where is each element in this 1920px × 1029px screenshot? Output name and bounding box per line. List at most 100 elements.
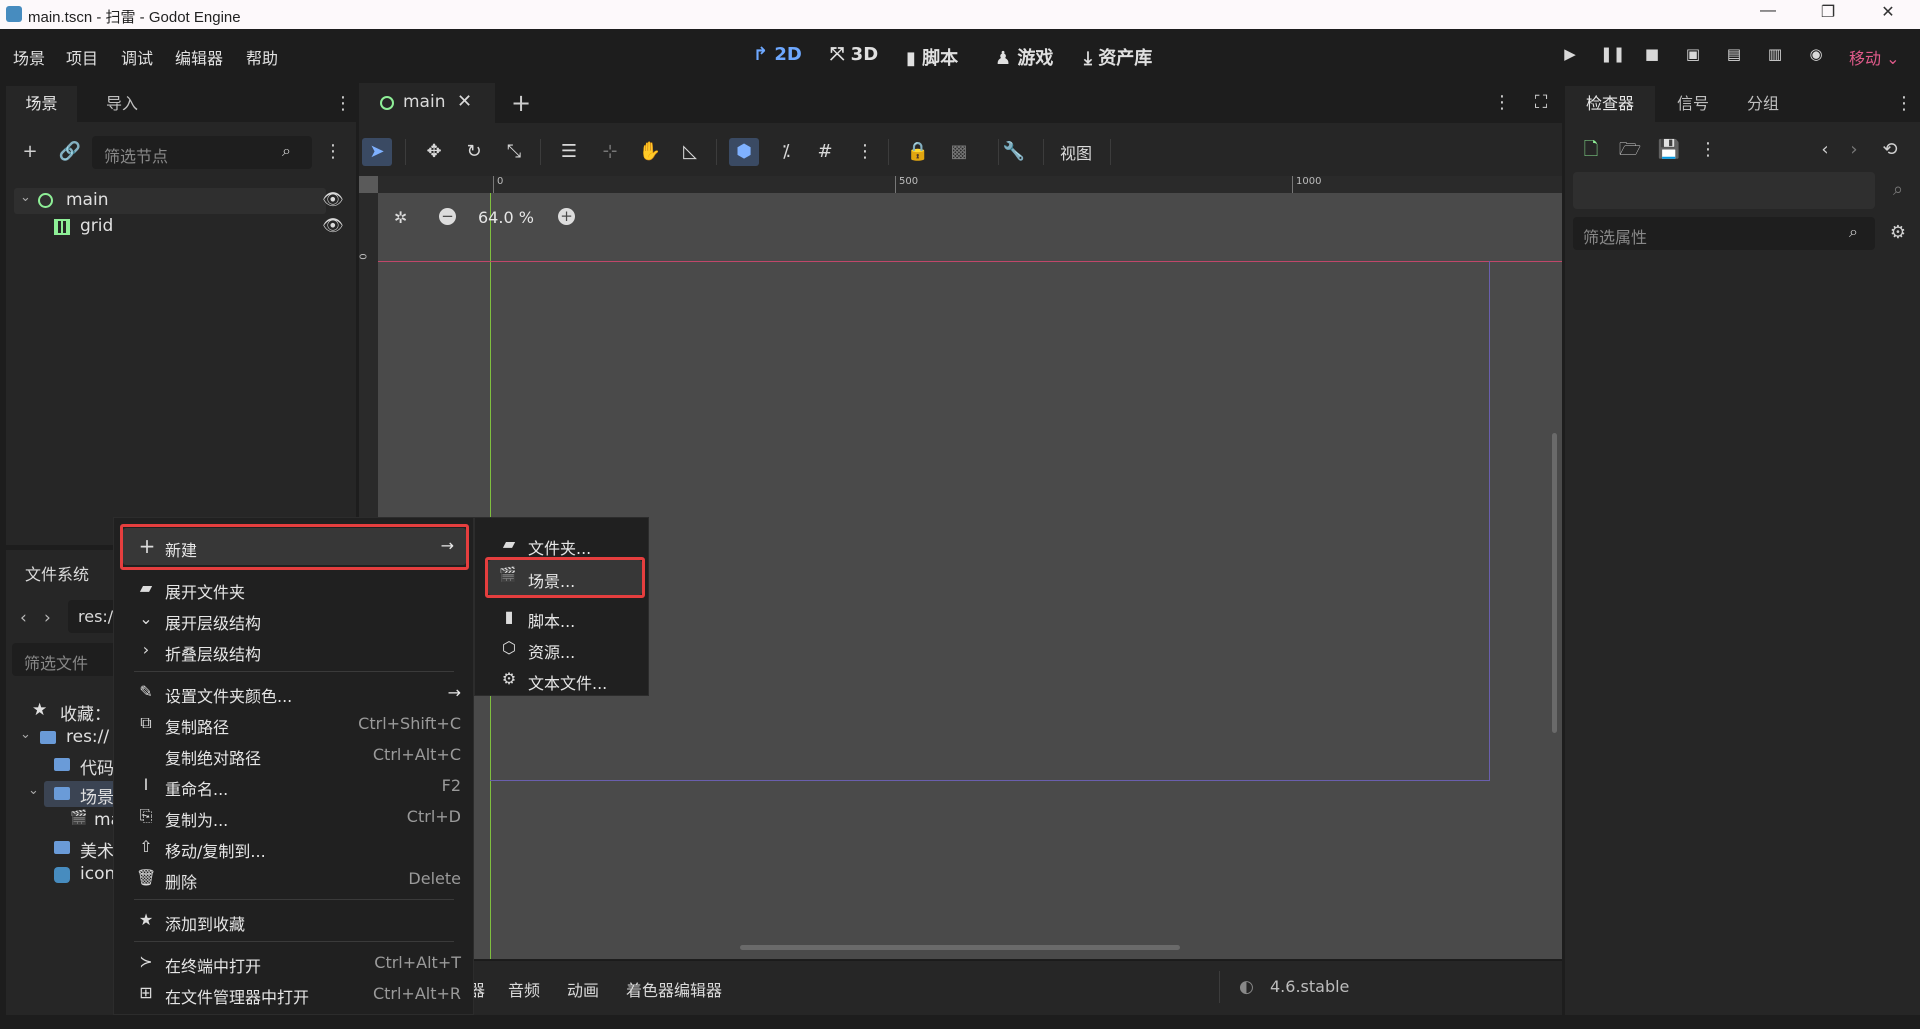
grid-snap-icon[interactable]: ⁒ [772, 138, 800, 166]
object-path-field[interactable] [1573, 172, 1875, 209]
workspace-2d[interactable]: ↱ 2D [753, 44, 802, 65]
ctx-item-new[interactable]: + 新建 → [123, 528, 466, 565]
tree-node-main[interactable]: ⌄ main [14, 188, 326, 214]
link-icon[interactable]: 🔗 [57, 139, 83, 165]
visibility-eye-icon[interactable]: 👁 [322, 216, 344, 236]
ctx-item-copy-path[interactable]: ⧉ 复制路径 Ctrl+Shift+C [114, 708, 473, 739]
stop-icon[interactable]: ■ [1641, 45, 1663, 67]
pivot-tool-icon[interactable]: ⊹ [596, 138, 624, 166]
history-forward-icon[interactable]: › [1841, 137, 1867, 163]
renderer-select[interactable]: 移动 ⌄ [1849, 45, 1900, 69]
chevron-down-icon[interactable]: ⌄ [20, 190, 31, 205]
movie-maker-icon[interactable]: ◉ [1805, 45, 1827, 67]
bottom-tab-shader-editor[interactable]: 着色器编辑器 [626, 977, 722, 1001]
save-resource-icon[interactable]: 💾 [1656, 137, 1682, 163]
submenu-item-resource[interactable]: ⬡ 资源... [475, 633, 648, 664]
add-tab-icon[interactable]: + [511, 89, 531, 117]
submenu-item-script[interactable]: ▮ 脚本... [475, 602, 648, 633]
menu-debug[interactable]: 调试 [121, 45, 153, 69]
workspace-game[interactable]: ♟ 游戏 [995, 44, 1053, 70]
distraction-free-icon[interactable]: ⛶ [1528, 90, 1554, 116]
doc-icon[interactable]: ⌕ [1885, 177, 1911, 203]
horizontal-scrollbar[interactable] [740, 945, 1180, 950]
play-icon[interactable]: ▶ [1559, 45, 1581, 67]
submenu-item-folder[interactable]: ▰ 文件夹... [475, 529, 648, 560]
workspace-script[interactable]: ▮ 脚本 [906, 44, 958, 70]
ctx-item-add-favorite[interactable]: ★ 添加到收藏 [114, 905, 473, 936]
resource-menu-icon[interactable]: ⋮ [1695, 137, 1721, 163]
add-node-icon[interactable]: + [17, 139, 43, 165]
load-resource-icon[interactable]: 🗁 [1617, 137, 1643, 163]
restore-button[interactable]: ❐ [1805, 2, 1851, 28]
list-select-icon[interactable]: ☰ [555, 138, 583, 166]
chevron-down-icon[interactable]: ⌄ [28, 783, 39, 798]
minimize-button[interactable]: — [1745, 2, 1791, 28]
new-resource-icon[interactable]: 🗋 [1578, 137, 1604, 163]
ctx-item-expand-folder[interactable]: ▰ 展开文件夹 [114, 573, 473, 604]
zoom-in-icon[interactable]: + [558, 208, 575, 225]
workspace-3d[interactable]: ⤧ 3D [830, 44, 878, 65]
lock-icon[interactable]: 🔒 [904, 138, 932, 166]
menu-scene[interactable]: 场景 [13, 45, 45, 69]
pan-tool-icon[interactable]: ✋ [636, 138, 664, 166]
history-back-icon[interactable]: ‹ [1812, 137, 1838, 163]
close-window-button[interactable]: ✕ [1865, 2, 1911, 28]
tab-groups[interactable]: 分组 [1733, 86, 1793, 122]
menu-project[interactable]: 项目 [66, 45, 98, 69]
node-filter-input[interactable]: 筛选节点 ⌕ [92, 136, 312, 169]
tree-node-grid[interactable]: grid [14, 214, 314, 240]
visibility-eye-icon[interactable]: 👁 [322, 190, 344, 210]
ctx-item-move-copy[interactable]: ⇧ 移动/复制到... [114, 832, 473, 863]
chevron-down-icon[interactable]: ⌄ [20, 727, 31, 742]
smart-snap-icon[interactable]: ⬢ [730, 138, 758, 166]
tab-import[interactable]: 导入 [87, 86, 157, 122]
dock-menu-icon[interactable]: ⋮ [1891, 91, 1917, 117]
tab-signals[interactable]: 信号 [1663, 86, 1723, 122]
center-view-icon[interactable]: ✲ [394, 208, 407, 227]
ctx-item-rename[interactable]: I 重命名... F2 [114, 770, 473, 801]
ctx-item-expand-hierarchy[interactable]: ⌄ 展开层级结构 [114, 604, 473, 635]
more-tools-icon[interactable]: ⋮ [851, 138, 879, 166]
group-icon[interactable]: ▩ [945, 138, 973, 166]
scene-tabs-menu-icon[interactable]: ⋮ [1489, 90, 1515, 116]
rotate-tool-icon[interactable]: ↻ [460, 138, 488, 166]
menu-help[interactable]: 帮助 [246, 45, 278, 69]
scale-tool-icon[interactable]: ⤡ [500, 138, 528, 166]
history-icon[interactable]: ⟲ [1877, 137, 1903, 163]
select-tool-icon[interactable]: ➤ [363, 138, 391, 166]
snap-options-icon[interactable]: # [811, 138, 839, 166]
play-scene-icon[interactable]: ▤ [1723, 45, 1745, 67]
ruler-tool-icon[interactable]: ◺ [676, 138, 704, 166]
scene-menu-icon[interactable]: ⋮ [320, 139, 346, 165]
forward-icon[interactable]: › [44, 608, 51, 628]
zoom-out-icon[interactable]: − [439, 208, 456, 225]
pause-icon[interactable]: ❚❚ [1600, 45, 1625, 67]
bottom-tab-audio[interactable]: 音频 [508, 977, 540, 1001]
move-tool-icon[interactable]: ✥ [420, 138, 448, 166]
skeleton-icon[interactable]: 🔧 [1000, 138, 1028, 166]
ctx-item-duplicate[interactable]: ⎘ 复制为... Ctrl+D [114, 801, 473, 832]
bottom-tab-animation[interactable]: 动画 [567, 977, 599, 1001]
ctx-item-collapse-hierarchy[interactable]: › 折叠层级结构 [114, 635, 473, 666]
dock-menu-icon[interactable]: ⋮ [330, 91, 356, 117]
close-icon[interactable]: ✕ [457, 91, 472, 112]
vertical-scrollbar[interactable] [1552, 433, 1557, 733]
inspector-options-icon[interactable]: ⚙ [1885, 220, 1911, 246]
ctx-item-open-file-manager[interactable]: ⊞ 在文件管理器中打开 Ctrl+Alt+R [114, 978, 473, 1009]
tab-inspector[interactable]: 检查器 [1565, 86, 1655, 122]
tab-scene[interactable]: 场景 [6, 86, 77, 122]
ctx-item-folder-color[interactable]: ✎ 设置文件夹颜色... → [114, 677, 473, 708]
ctx-item-delete[interactable]: 🗑 删除 Delete [114, 863, 473, 894]
menu-editor[interactable]: 编辑器 [175, 45, 223, 69]
submenu-item-text-file[interactable]: ⚙ 文本文件... [475, 664, 648, 695]
workspace-assetlib[interactable]: ⤓ 资产库 [1084, 44, 1152, 70]
submenu-item-scene[interactable]: 🎬 场景... [488, 560, 642, 595]
back-icon[interactable]: ‹ [20, 608, 27, 628]
ctx-item-open-terminal[interactable]: ≻ 在终端中打开 Ctrl+Alt+T [114, 947, 473, 978]
property-filter-input[interactable]: 筛选属性 ⌕ [1573, 217, 1875, 250]
tab-main[interactable]: main ✕ [359, 83, 495, 123]
zoom-level[interactable]: 64.0 % [478, 208, 534, 227]
ctx-item-copy-abs-path[interactable]: 复制绝对路径 Ctrl+Alt+C [114, 739, 473, 770]
play-custom-scene-icon[interactable]: ▥ [1764, 45, 1786, 67]
view-menu[interactable]: 视图 [1060, 140, 1092, 164]
